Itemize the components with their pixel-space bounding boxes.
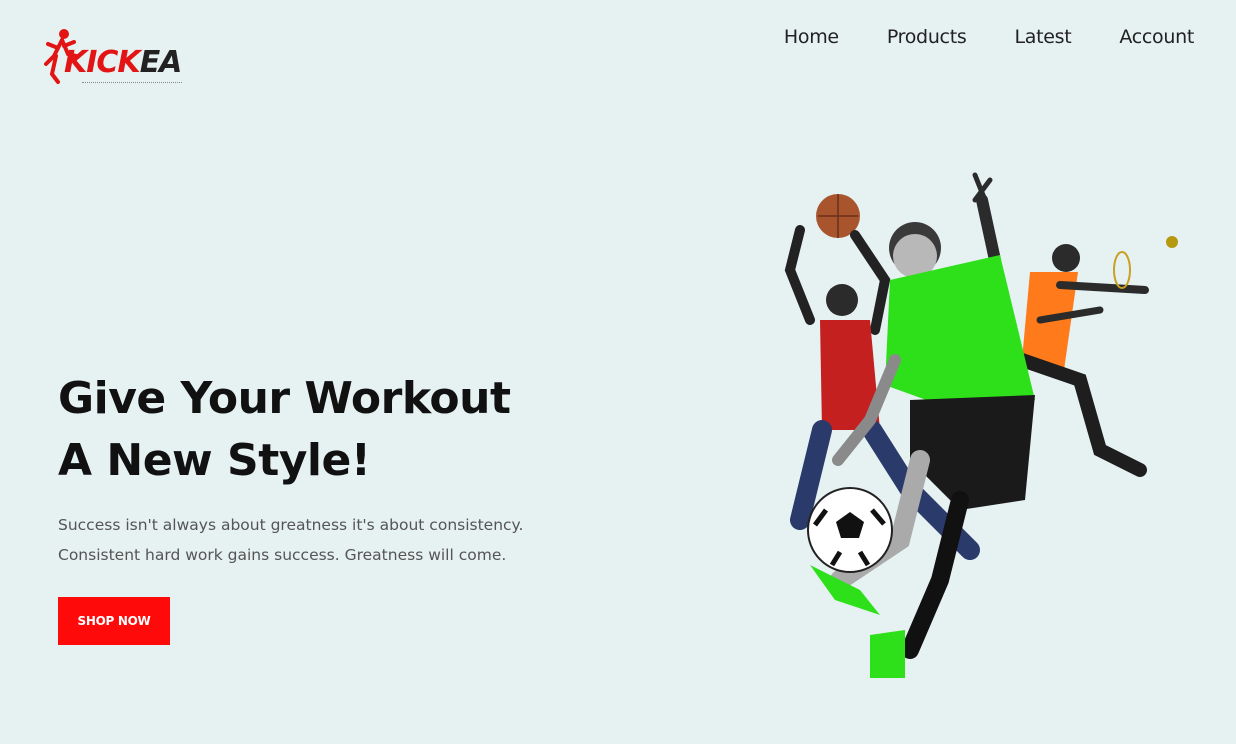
tennis-racket-icon (1113, 251, 1131, 289)
hero-title: Give Your Workout A New Style! (58, 368, 618, 492)
shop-now-button[interactable]: SHOP NOW (58, 597, 170, 645)
tennis-player-figure (1015, 236, 1178, 477)
hero-title-line2: A New Style! (58, 435, 371, 486)
brand-wordmark: KICKEA (64, 45, 183, 80)
brand-name-part2: EA (139, 45, 183, 80)
hero-section: Give Your Workout A New Style! Success i… (58, 368, 618, 570)
nav-latest[interactable]: Latest (1014, 26, 1071, 48)
brand-tagline-line (82, 82, 182, 86)
brand-logo[interactable]: KICKEA (42, 26, 182, 90)
nav-account[interactable]: Account (1119, 26, 1194, 48)
hero-title-line1: Give Your Workout (58, 373, 511, 424)
hero-description: Success isn't always about greatness it'… (58, 510, 618, 570)
brand-name-part1: KICK (64, 45, 141, 80)
athletes-hero-image (760, 160, 1200, 700)
main-nav: Home Products Latest Account (784, 26, 1194, 48)
nav-products[interactable]: Products (887, 26, 967, 48)
tennis-ball-icon (1166, 236, 1178, 248)
nav-home[interactable]: Home (784, 26, 839, 48)
hero-text-line2: Consistent hard work gains success. Grea… (58, 546, 507, 564)
hero-text-line1: Success isn't always about greatness it'… (58, 516, 524, 534)
soccer-ball-icon (807, 487, 893, 573)
